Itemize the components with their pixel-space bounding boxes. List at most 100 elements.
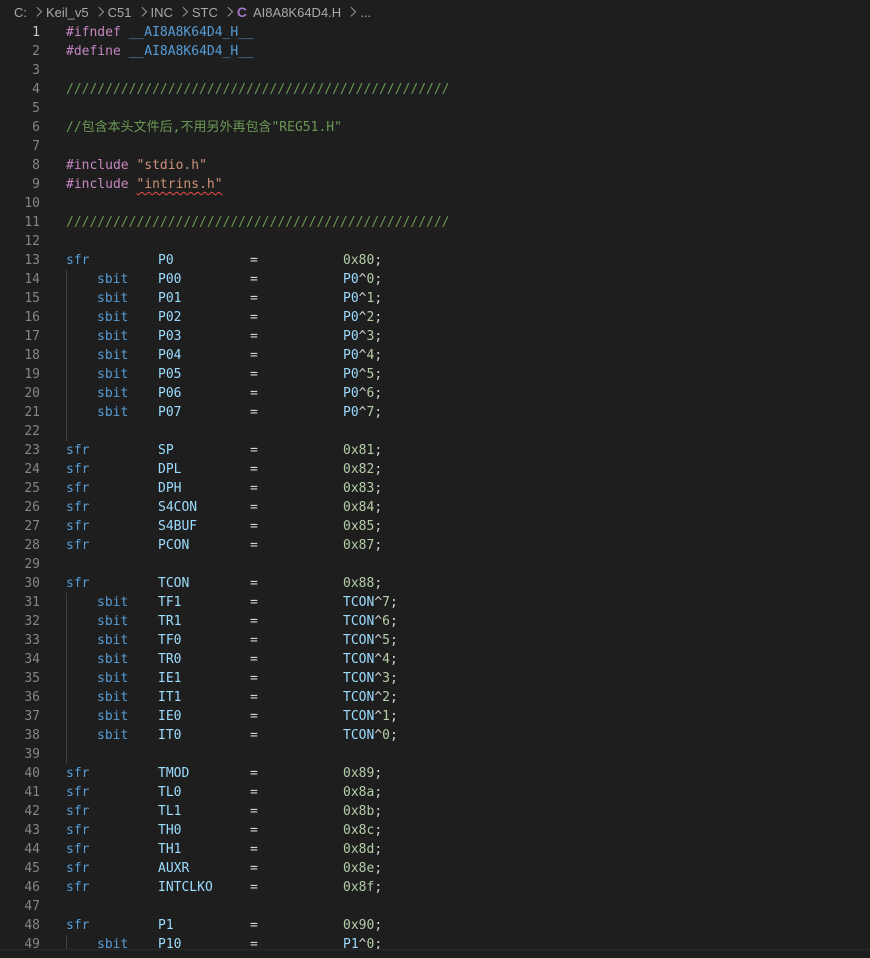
hex-value: 0x82: [343, 462, 375, 477]
code-line[interactable]: 43 sfr TH0 = 0x8c;: [0, 821, 870, 840]
code-line[interactable]: 46 sfr INTCLKO = 0x8f;: [0, 878, 870, 897]
assign-operator: =: [250, 481, 258, 496]
bit-address: TCON^7;: [343, 593, 398, 612]
code-line[interactable]: 5: [0, 99, 870, 118]
code-line[interactable]: 33 sbit TF0 = TCON^5;: [0, 631, 870, 650]
line-number: 4: [32, 82, 40, 97]
code-line[interactable]: 15 sbit P01 = P0^1;: [0, 289, 870, 308]
register-keyword: sfr: [66, 880, 90, 895]
code-line[interactable]: 14 sbit P00 = P0^0;: [0, 270, 870, 289]
code-line[interactable]: 6 //包含本头文件后,不用另外再包含"REG51.H": [0, 118, 870, 137]
code-line[interactable]: 26 sfr S4CON = 0x84;: [0, 498, 870, 517]
line-number: 45: [24, 861, 40, 876]
code-line[interactable]: 44 sfr TH1 = 0x8d;: [0, 840, 870, 859]
breadcrumb-item-inc[interactable]: INC: [151, 5, 173, 20]
base-register: P0: [343, 291, 359, 306]
code-line[interactable]: 19 sbit P05 = P0^5;: [0, 365, 870, 384]
hex-value: 0x8f: [343, 880, 375, 895]
breadcrumb-item-stc[interactable]: STC: [192, 5, 218, 20]
line-number: 2: [32, 44, 40, 59]
code-line[interactable]: 17 sbit P03 = P0^3;: [0, 327, 870, 346]
bit-address: TCON^1;: [343, 707, 398, 726]
semicolon: ;: [374, 310, 383, 325]
line-number: 31: [24, 595, 40, 610]
code-line[interactable]: 22: [0, 422, 870, 441]
code-line[interactable]: 41 sfr TL0 = 0x8a;: [0, 783, 870, 802]
base-register: TCON: [343, 595, 375, 610]
assign-operator: =: [250, 823, 258, 838]
bit-address: P0^2;: [343, 308, 382, 327]
code-line[interactable]: 29: [0, 555, 870, 574]
base-register: TCON: [343, 671, 375, 686]
code-line[interactable]: 42 sfr TL1 = 0x8b;: [0, 802, 870, 821]
code-line[interactable]: 12: [0, 232, 870, 251]
base-register: P0: [343, 386, 359, 401]
code-line[interactable]: 24 sfr DPL = 0x82;: [0, 460, 870, 479]
code-line[interactable]: 35 sbit IE1 = TCON^3;: [0, 669, 870, 688]
register-name: S4BUF: [158, 519, 198, 534]
code-line[interactable]: 1 #ifndef __AI8A8K64D4_H__: [0, 23, 870, 42]
register-keyword: sbit: [97, 633, 129, 648]
code-line[interactable]: 30 sfr TCON = 0x88;: [0, 574, 870, 593]
semicolon: ;: [374, 329, 383, 344]
code-line[interactable]: 34 sbit TR0 = TCON^4;: [0, 650, 870, 669]
breadcrumb-item-drive[interactable]: C:: [14, 5, 27, 20]
breadcrumb-item-file[interactable]: AI8A8K64D4.H: [253, 5, 341, 20]
code-line[interactable]: 40 sfr TMOD = 0x89;: [0, 764, 870, 783]
code-line[interactable]: 31 sbit TF1 = TCON^7;: [0, 593, 870, 612]
semicolon: ;: [389, 690, 398, 705]
register-keyword: sfr: [66, 918, 90, 933]
code-line[interactable]: 47: [0, 897, 870, 916]
code-line[interactable]: 21 sbit P07 = P0^7;: [0, 403, 870, 422]
code-line[interactable]: 10: [0, 194, 870, 213]
register-keyword: sfr: [66, 842, 90, 857]
register-keyword: sfr: [66, 823, 90, 838]
breadcrumb-item-keil[interactable]: Keil_v5: [46, 5, 89, 20]
code-line[interactable]: 25 sfr DPH = 0x83;: [0, 479, 870, 498]
code-line[interactable]: 28 sfr PCON = 0x87;: [0, 536, 870, 555]
code-line[interactable]: 48 sfr P1 = 0x90;: [0, 916, 870, 935]
assign-operator: =: [250, 367, 258, 382]
assign-operator: =: [250, 576, 258, 591]
code-line[interactable]: 45 sfr AUXR = 0x8e;: [0, 859, 870, 878]
code-line[interactable]: 36 sbit IT1 = TCON^2;: [0, 688, 870, 707]
code-text: #include "intrins.h": [66, 175, 223, 194]
code-line[interactable]: 16 sbit P02 = P0^2;: [0, 308, 870, 327]
macro-name: __AI8A8K64D4_H__: [128, 44, 254, 59]
code-line[interactable]: 39: [0, 745, 870, 764]
line-number: 12: [24, 234, 40, 249]
breadcrumb-item-c51[interactable]: C51: [108, 5, 132, 20]
breadcrumb-item-symbols[interactable]: ...: [360, 5, 371, 20]
horizontal-scrollbar[interactable]: [0, 949, 870, 958]
code-line[interactable]: 11 //////////////////////////////////////…: [0, 213, 870, 232]
assign-operator: =: [250, 595, 258, 610]
code-line[interactable]: 23 sfr SP = 0x81;: [0, 441, 870, 460]
register-name: TCON: [158, 576, 190, 591]
code-line[interactable]: 20 sbit P06 = P0^6;: [0, 384, 870, 403]
code-line[interactable]: 4 ///////////////////////////////////////…: [0, 80, 870, 99]
code-line[interactable]: 27 sfr S4BUF = 0x85;: [0, 517, 870, 536]
line-number: 15: [24, 291, 40, 306]
hex-value: 0x83: [343, 481, 375, 496]
base-register: P0: [343, 367, 359, 382]
code-editor[interactable]: 1 #ifndef __AI8A8K64D4_H__ 2 #define __AI8A…: [0, 22, 870, 954]
bit-index: 7: [382, 595, 390, 610]
code-line[interactable]: 2 #define __AI8A8K64D4_H__: [0, 42, 870, 61]
bit-address: P0^3;: [343, 327, 382, 346]
assign-operator: =: [250, 291, 258, 306]
code-line[interactable]: 7: [0, 137, 870, 156]
code-line[interactable]: 13 sfr P0 = 0x80;: [0, 251, 870, 270]
code-line[interactable]: 38 sbit IT0 = TCON^0;: [0, 726, 870, 745]
bit-index: 6: [382, 614, 390, 629]
code-line[interactable]: 9 #include "intrins.h": [0, 175, 870, 194]
code-line[interactable]: 37 sbit IE0 = TCON^1;: [0, 707, 870, 726]
register-keyword: sbit: [97, 367, 129, 382]
code-line[interactable]: 32 sbit TR1 = TCON^6;: [0, 612, 870, 631]
line-number: 38: [24, 728, 40, 743]
code-line[interactable]: 8 #include "stdio.h": [0, 156, 870, 175]
code-line[interactable]: 3: [0, 61, 870, 80]
code-line[interactable]: 18 sbit P04 = P0^4;: [0, 346, 870, 365]
register-name: P06: [158, 386, 182, 401]
line-number: 20: [24, 386, 40, 401]
base-register: TCON: [343, 652, 375, 667]
